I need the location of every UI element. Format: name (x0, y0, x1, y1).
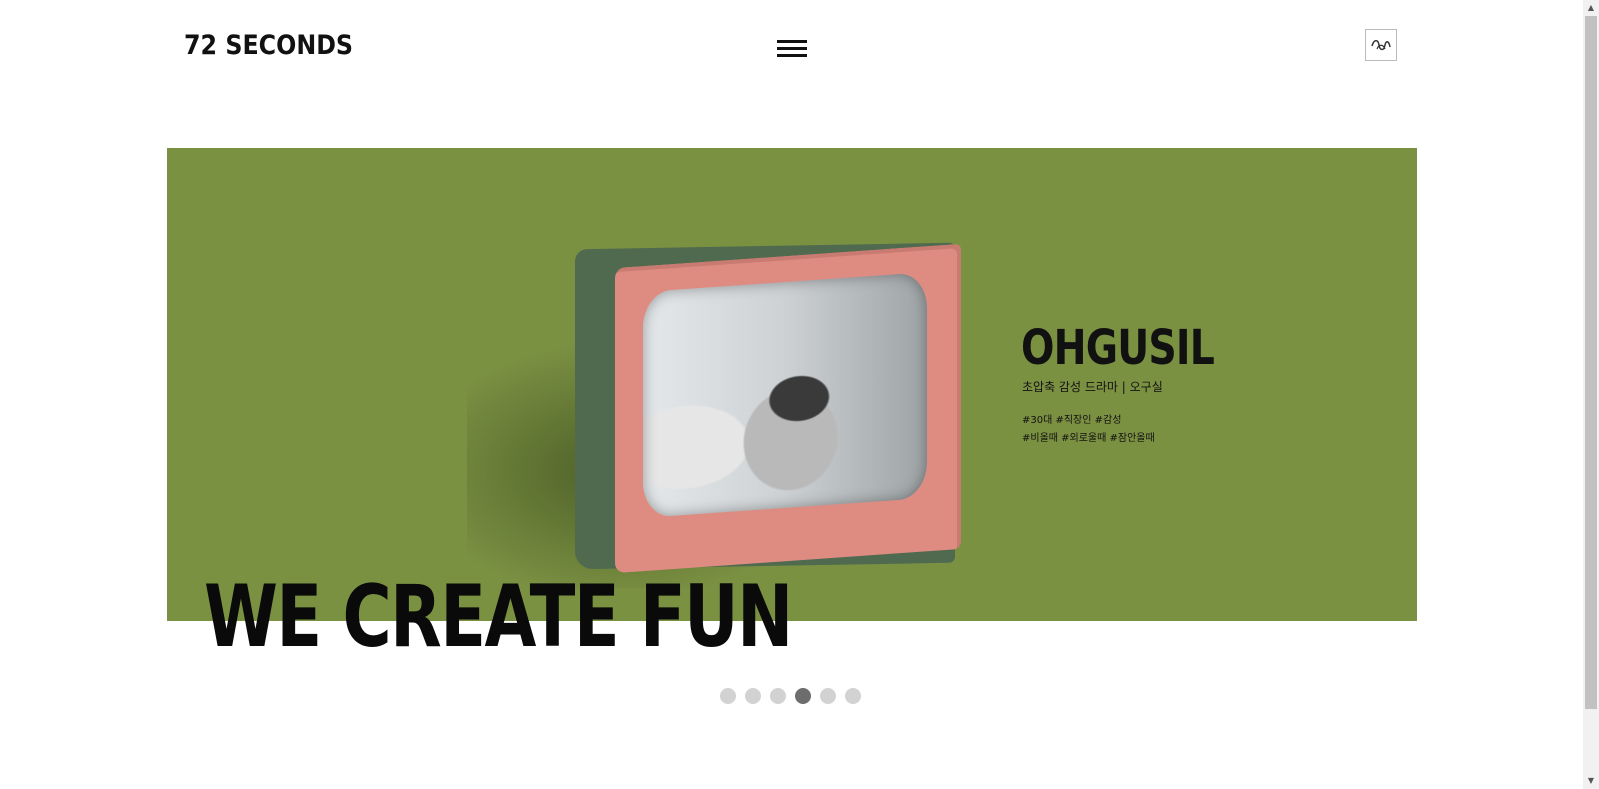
carousel-pagination (720, 688, 861, 704)
carousel-dot[interactable] (720, 688, 736, 704)
hero-slide[interactable]: OHGUSIL 초압축 감성 드라마 | 오구실 #30대 #직장인 #감성 #… (167, 148, 1417, 621)
hero-headline: WE CREATE FUN (204, 567, 793, 667)
scroll-up-arrow-icon[interactable]: ▲ (1583, 0, 1599, 16)
menu-bar (777, 54, 807, 57)
carousel-dot[interactable] (845, 688, 861, 704)
scrollbar-thumb[interactable] (1585, 16, 1597, 709)
carousel-dot-active[interactable] (795, 688, 811, 704)
carousel-dot[interactable] (745, 688, 761, 704)
tags-line: #30대 #직장인 #감성 (1022, 415, 1122, 426)
squiggle-logo-icon (1371, 39, 1391, 51)
show-title: OHGUSIL (1021, 320, 1215, 376)
menu-bar (777, 40, 807, 43)
show-tags: #30대 #직장인 #감성 #비올때 #외로울때 #잠안올때 (1022, 412, 1155, 448)
tv-screen-image (643, 272, 927, 518)
show-subtitle: 초압축 감성 드라마 | 오구실 (1022, 380, 1163, 394)
carousel-dot[interactable] (770, 688, 786, 704)
brand-logo-button[interactable] (1365, 29, 1397, 61)
hamburger-menu-icon[interactable] (777, 38, 807, 60)
menu-bar (777, 47, 807, 50)
site-logo[interactable]: 72 SECONDS (184, 30, 353, 61)
vertical-scrollbar[interactable]: ▲ ▼ (1583, 0, 1599, 789)
scroll-down-arrow-icon[interactable]: ▼ (1583, 773, 1599, 789)
carousel-dot[interactable] (820, 688, 836, 704)
tags-line: #비올때 #외로울때 #잠안올때 (1022, 433, 1155, 444)
